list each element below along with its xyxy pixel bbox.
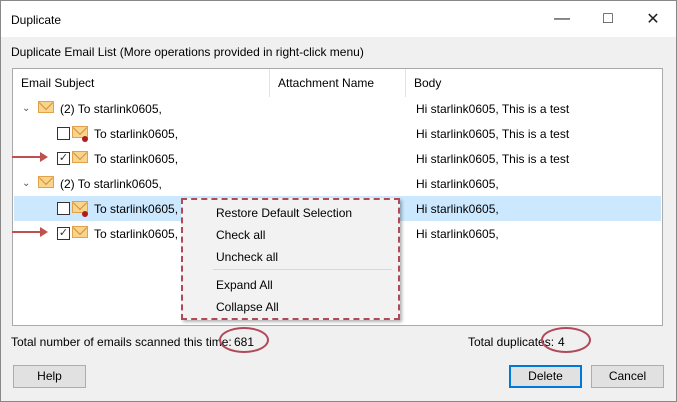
duplicate-dialog: Duplicate — □ ✕ Duplicate Email List (Mo… <box>0 0 677 402</box>
arrow-annotation-icon <box>12 227 48 237</box>
unread-dot-icon <box>82 136 88 142</box>
row-subject: To starlink0605, <box>94 227 179 241</box>
row-checkbox[interactable] <box>57 202 70 215</box>
menu-expand-all[interactable]: Expand All <box>216 278 273 292</box>
row-subject: (2) To starlink0605, <box>60 102 162 116</box>
column-attachment-name[interactable]: Attachment Name <box>269 69 405 97</box>
column-email-subject[interactable]: Email Subject <box>13 69 269 97</box>
envelope-icon <box>38 176 54 188</box>
row-checkbox[interactable]: ✓ <box>57 152 70 165</box>
table-row[interactable]: ✓ To starlink0605, Hi starlink0605, This i… <box>14 146 661 171</box>
arrow-annotation-icon <box>12 152 48 162</box>
cancel-button[interactable]: Cancel <box>591 365 664 388</box>
row-body: Hi starlink0605, This is a test <box>416 102 570 116</box>
row-body: Hi starlink0605, <box>416 177 499 191</box>
row-body: Hi starlink0605, This is a test <box>416 127 570 141</box>
minimize-icon[interactable]: — <box>539 1 585 37</box>
row-subject: To starlink0605, <box>94 202 179 216</box>
row-body: Hi starlink0605, This is a test <box>416 152 570 166</box>
chevron-down-icon[interactable]: ⌄ <box>22 103 30 114</box>
unread-dot-icon <box>82 211 88 217</box>
row-body: Hi starlink0605, <box>416 227 499 241</box>
menu-collapse-all[interactable]: Collapse All <box>216 300 279 314</box>
group-row[interactable]: ⌄ (2) To starlink0605, Hi starlink0605, <box>14 171 661 196</box>
list-caption: Duplicate Email List (More operations pr… <box>11 45 364 59</box>
envelope-icon <box>72 151 88 163</box>
highlight-oval <box>541 327 591 353</box>
close-icon[interactable]: ✕ <box>630 1 676 37</box>
menu-restore-default-selection[interactable]: Restore Default Selection <box>216 206 352 220</box>
row-subject: To starlink0605, <box>94 152 179 166</box>
row-checkbox[interactable] <box>57 127 70 140</box>
menu-uncheck-all[interactable]: Uncheck all <box>216 250 278 264</box>
table-row[interactable]: To starlink0605, Hi starlink0605, This is… <box>14 121 661 146</box>
chevron-down-icon[interactable]: ⌄ <box>22 178 30 189</box>
help-button[interactable]: Help <box>13 365 86 388</box>
row-body: Hi starlink0605, <box>416 202 499 216</box>
menu-check-all[interactable]: Check all <box>216 228 265 242</box>
title-bar: Duplicate — □ ✕ <box>1 1 676 37</box>
row-subject: To starlink0605, <box>94 127 179 141</box>
row-subject: (2) To starlink0605, <box>60 177 162 191</box>
maximize-icon[interactable]: □ <box>585 1 631 37</box>
row-checkbox[interactable]: ✓ <box>57 227 70 240</box>
menu-separator <box>213 269 392 270</box>
group-row[interactable]: ⌄ (2) To starlink0605, Hi starlink0605, Th… <box>14 96 661 121</box>
envelope-icon <box>38 101 54 113</box>
column-body[interactable]: Body <box>405 69 663 97</box>
envelope-icon <box>72 226 88 238</box>
highlight-oval <box>219 327 269 353</box>
window-title: Duplicate <box>11 13 62 27</box>
scanned-label: Total number of emails scanned this time… <box>11 335 232 349</box>
context-menu: Restore Default Selection Check all Unch… <box>181 198 400 320</box>
delete-button[interactable]: Delete <box>509 365 582 388</box>
